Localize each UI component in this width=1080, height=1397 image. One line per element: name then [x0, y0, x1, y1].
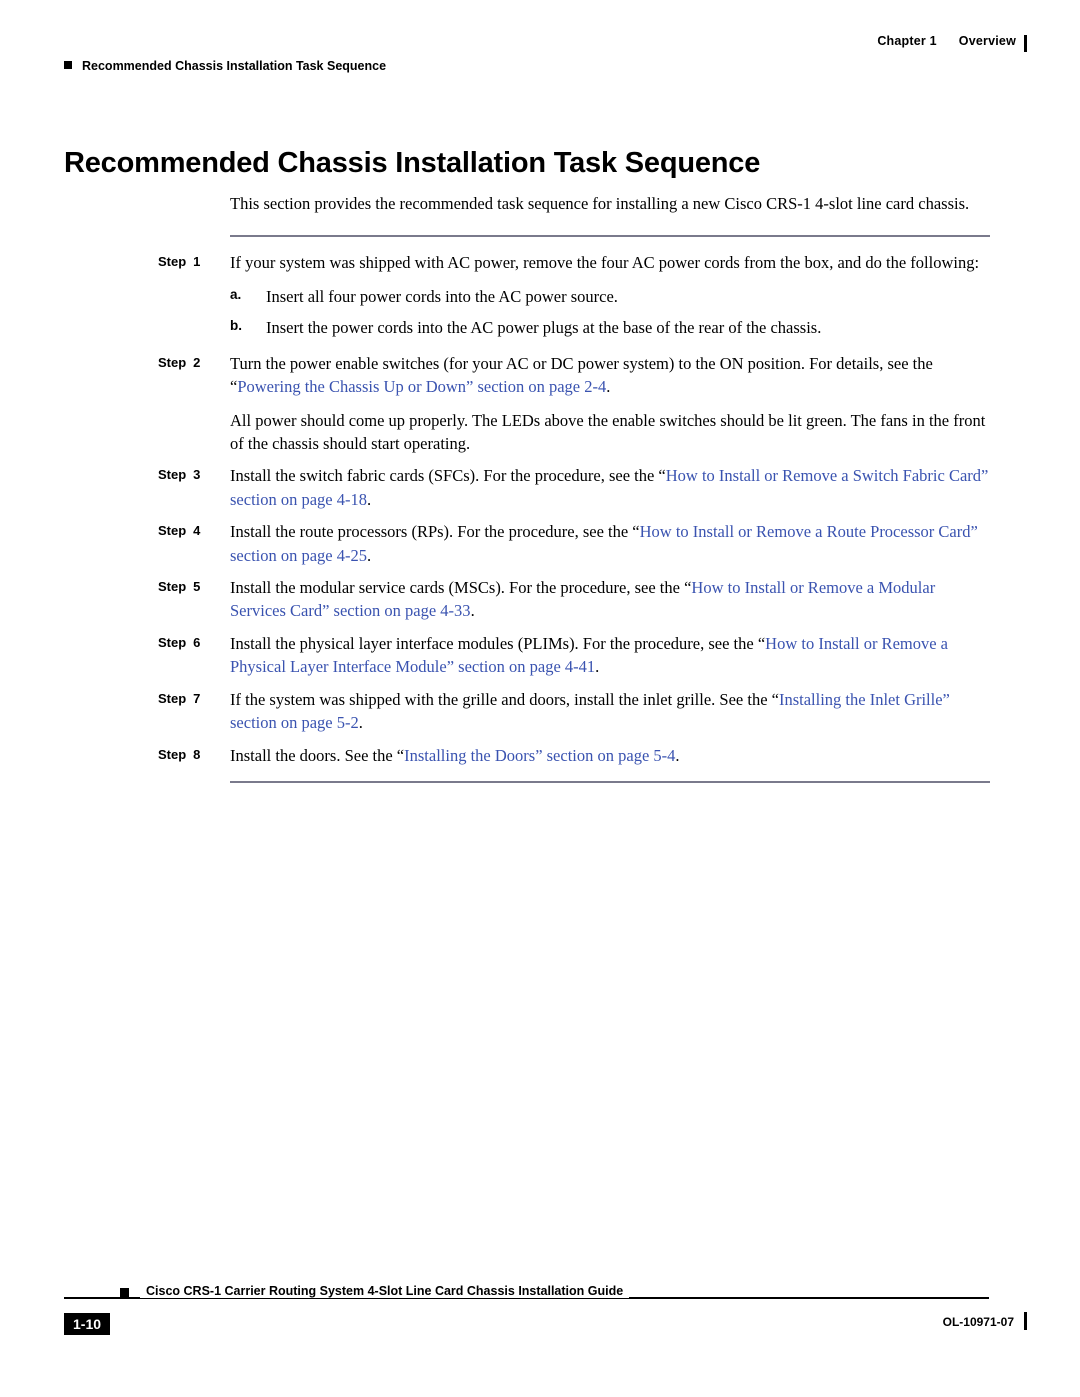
- step-word: Step: [158, 467, 187, 483]
- document-id: OL-10971-07: [942, 1315, 1014, 1329]
- substep-a: a. Insert all four power cords into the A…: [230, 285, 990, 308]
- step-word: Step: [158, 523, 187, 539]
- step-1: Step 1 If your system was shipped with AC…: [158, 251, 990, 340]
- step-word: Step: [158, 254, 187, 270]
- header-chapter-info: Chapter 1 Overview: [877, 34, 1016, 48]
- step-7-text-pre: If the system was shipped with the grill…: [230, 689, 779, 709]
- step-6: Step 6 Install the physical layer interfa…: [158, 632, 990, 679]
- step-8-text: Install the doors. See the “Installing t…: [230, 744, 990, 767]
- step-3-text-pre: Install the switch fabric cards (SFCs). …: [230, 466, 666, 486]
- step-3-label: Step 3: [158, 466, 220, 484]
- step-word: Step: [158, 579, 187, 595]
- step-1-substeps: a. Insert all four power cords into the A…: [230, 285, 990, 340]
- step-1-text: If your system was shipped with AC power…: [230, 253, 980, 273]
- square-bullet-icon: [120, 1288, 129, 1297]
- substep-b: b. Insert the power cords into the AC pow…: [230, 316, 990, 339]
- step-8-text-pre: Install the doors. See the “: [230, 745, 405, 765]
- step-8-label: Step 8: [158, 746, 220, 764]
- step-8-number: 8: [193, 746, 201, 762]
- square-bullet-icon: [64, 61, 72, 69]
- step-2-number: 2: [193, 354, 201, 370]
- step-5: Step 5 Install the modular service cards …: [158, 576, 990, 623]
- step-3-text-post: .: [367, 489, 372, 509]
- header-chapter-label: Chapter 1: [877, 34, 937, 48]
- step-2-text: Turn the power enable switches (for your…: [230, 352, 990, 399]
- intro-paragraph: This section provides the recommended ta…: [230, 194, 970, 213]
- step-4-label: Step 4: [158, 522, 220, 540]
- step-3-number: 3: [193, 467, 201, 483]
- step-8-text-post: .: [675, 745, 680, 765]
- step-4-text-post: .: [367, 545, 372, 565]
- step-7: Step 7 If the system was shipped with the…: [158, 688, 990, 735]
- step-5-number: 5: [193, 579, 201, 595]
- step-7-text-post: .: [358, 713, 363, 733]
- step-word: Step: [158, 354, 187, 370]
- step-3-text: Install the switch fabric cards (SFCs). …: [230, 464, 990, 511]
- substep-a-text: Insert all four power cords into the AC …: [266, 286, 618, 306]
- step-word: Step: [158, 746, 187, 762]
- step-5-text: Install the modular service cards (MSCs)…: [230, 576, 990, 623]
- step-4-text-pre: Install the route processors (RPs). For …: [230, 522, 640, 542]
- xref-powering-the-chassis[interactable]: Powering the Chassis Up or Down” section…: [237, 377, 606, 396]
- step-5-text-post: .: [470, 601, 475, 621]
- footer-right-marker: [1024, 1312, 1027, 1330]
- section-divider-bottom: [230, 781, 990, 784]
- step-7-text: If the system was shipped with the grill…: [230, 688, 990, 735]
- step-4-text: Install the route processors (RPs). For …: [230, 520, 990, 567]
- header-chapter-title: Overview: [958, 34, 1016, 48]
- xref-installing-the-doors[interactable]: Installing the Doors” section on page 5-…: [404, 746, 675, 765]
- substep-a-marker: a.: [230, 286, 242, 302]
- step-word: Step: [158, 690, 187, 706]
- step-2-label: Step 2: [158, 354, 220, 372]
- step-6-text-post: .: [595, 657, 600, 677]
- step-6-label: Step 6: [158, 634, 220, 652]
- step-1-label: Step 1: [158, 253, 220, 271]
- step-5-text-pre: Install the modular service cards (MSCs)…: [230, 578, 692, 598]
- step-2-paragraph-2: All power should come up properly. The L…: [230, 410, 986, 453]
- step-6-text: Install the physical layer interface mod…: [230, 632, 990, 679]
- step-6-text-pre: Install the physical layer interface mod…: [230, 633, 766, 653]
- substep-b-marker: b.: [230, 318, 242, 334]
- header-running-head-text: Recommended Chassis Installation Task Se…: [82, 59, 387, 73]
- page-content: This section provides the recommended ta…: [158, 192, 990, 784]
- footer-book-title: Cisco CRS-1 Carrier Routing System 4-Slo…: [140, 1284, 630, 1298]
- page-header: Chapter 1 Overview Recommended Chassis In…: [0, 34, 1080, 74]
- step-4: Step 4 Install the route processors (RPs)…: [158, 520, 990, 567]
- header-running-head: Recommended Chassis Installation Task Se…: [64, 59, 386, 73]
- step-8: Step 8 Install the doors. See the “Instal…: [158, 744, 990, 767]
- page-title: Recommended Chassis Installation Task Se…: [64, 147, 761, 180]
- step-word: Step: [158, 634, 187, 650]
- page-number: 1-10: [64, 1313, 111, 1335]
- section-divider-top: [230, 235, 990, 238]
- step-7-number: 7: [193, 690, 201, 706]
- step-1-number: 1: [193, 254, 201, 270]
- step-3: Step 3 Install the switch fabric cards (S…: [158, 464, 990, 511]
- step-2: Step 2 Turn the power enable switches (fo…: [158, 352, 990, 456]
- step-5-label: Step 5: [158, 578, 220, 596]
- step-4-number: 4: [193, 523, 201, 539]
- step-6-number: 6: [193, 634, 201, 650]
- step-7-label: Step 7: [158, 690, 220, 708]
- page-footer: Cisco CRS-1 Carrier Routing System 4-Slo…: [0, 1284, 1080, 1357]
- substep-b-text: Insert the power cords into the AC power…: [266, 318, 822, 338]
- header-right-marker: [1024, 35, 1027, 52]
- step-2-text-post: .: [606, 377, 611, 397]
